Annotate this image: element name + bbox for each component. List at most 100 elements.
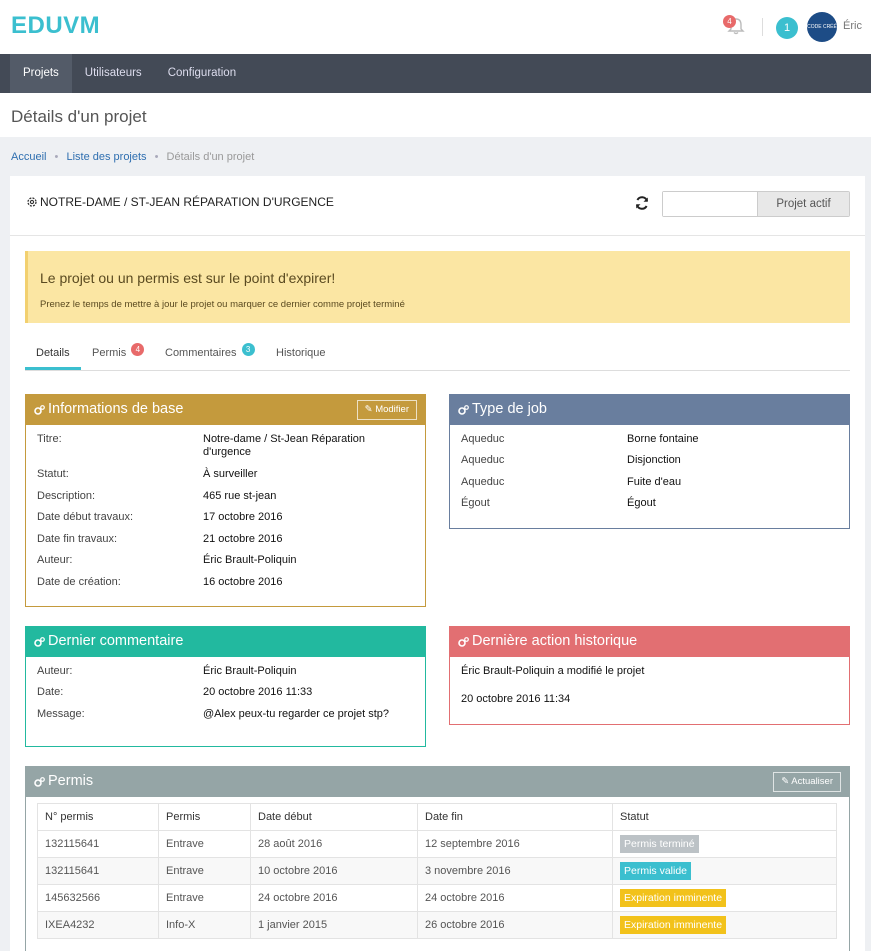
- notification-badge: 4: [723, 15, 736, 28]
- cell-start: 24 octobre 2016: [250, 884, 418, 912]
- content-card: NOTRE-DAME / ST-JEAN RÉPARATION D'URGENC…: [10, 176, 865, 951]
- breadcrumb-accueil[interactable]: Accueil: [11, 151, 46, 163]
- field-value: 20 octobre 2016 11:33: [203, 686, 313, 698]
- actualiser-button[interactable]: ✎ Actualiser: [773, 772, 841, 792]
- tab-label: Permis: [92, 347, 127, 359]
- panel-dernier-commentaire: Dernier commentaire Auteur: Éric Brault-…: [25, 626, 426, 747]
- panel-title: Permis: [48, 773, 94, 789]
- top-bar: EDUVM 4 1 CODE CRÉÉ Éric: [0, 0, 871, 54]
- username[interactable]: Éric: [843, 20, 862, 32]
- panel-header: Dernière action historique: [450, 627, 849, 657]
- cogs-icon: [34, 777, 45, 787]
- field-value: 21 octobre 2016: [203, 533, 283, 545]
- permis-table: N° permis Permis Date début Date fin Sta…: [37, 803, 837, 939]
- cogs-icon: [34, 405, 45, 415]
- field-value: 465 rue st-jean: [203, 490, 277, 502]
- cell-start: 1 janvier 2015: [250, 911, 418, 939]
- column-header[interactable]: Date fin: [417, 803, 613, 831]
- breadcrumb-current: Détails d'un projet: [166, 151, 255, 163]
- field-label: Date fin travaux:: [37, 533, 118, 545]
- alert-title: Le projet ou un permis est sur le point …: [40, 270, 336, 286]
- cell-status: Expiration imminente: [612, 884, 837, 912]
- column-header[interactable]: N° permis: [37, 803, 159, 831]
- job-type: Fuite d'eau: [627, 476, 682, 488]
- field-label: Auteur:: [37, 554, 73, 566]
- project-status-toggle[interactable]: Projet actif: [662, 191, 850, 217]
- table-header-row: N° permis Permis Date début Date fin Sta…: [37, 803, 837, 831]
- tab-commentaires[interactable]: Commentaires 3: [154, 340, 266, 370]
- panel-derniere-action: Dernière action historique Éric Brault-P…: [449, 626, 850, 725]
- page-title: Détails d'un projet: [11, 107, 147, 126]
- refresh-icon[interactable]: [634, 195, 650, 211]
- tab-details[interactable]: Details: [25, 340, 81, 370]
- tab-label: Historique: [276, 347, 326, 359]
- cogs-icon: [34, 637, 45, 647]
- status-toggle-on[interactable]: Projet actif: [757, 192, 849, 216]
- table-row[interactable]: IXEA4232 Info-X 1 janvier 2015 26 octobr…: [37, 911, 837, 939]
- table-row[interactable]: 132115641 Entrave 28 août 2016 12 septem…: [37, 830, 837, 858]
- cell-num: IXEA4232: [37, 911, 159, 939]
- field-label: Auteur:: [37, 665, 73, 677]
- field-value: Notre-dame / St-Jean Réparation d'urgenc…: [203, 433, 366, 458]
- status-badge: Expiration imminente: [620, 916, 727, 934]
- cell-end: 24 octobre 2016: [417, 884, 613, 912]
- avatar[interactable]: CODE CRÉÉ: [807, 12, 837, 42]
- column-header[interactable]: Permis: [158, 803, 251, 831]
- modifier-button[interactable]: ✎ Modifier: [356, 400, 417, 420]
- divider: [762, 18, 763, 36]
- tab-bar: Details Permis 4 Commentaires 3 Historiq…: [25, 340, 850, 371]
- table-row[interactable]: 145632566 Entrave 24 octobre 2016 24 oct…: [37, 884, 837, 912]
- user-count-badge[interactable]: 1: [776, 17, 798, 39]
- panel-header: Informations de base ✎ Modifier: [26, 395, 425, 425]
- field-label: Date début travaux:: [37, 511, 134, 523]
- job-type: Disjonction: [627, 454, 681, 466]
- tab-permis[interactable]: Permis 4: [81, 340, 155, 370]
- field-label: Description:: [37, 490, 96, 502]
- project-title: NOTRE-DAME / ST-JEAN RÉPARATION D'URGENC…: [40, 195, 334, 209]
- cell-num: 132115641: [37, 830, 159, 858]
- avatar-logo-text: CODE CRÉÉ: [807, 24, 837, 30]
- table-row[interactable]: 132115641 Entrave 10 octobre 2016 3 nove…: [37, 857, 837, 885]
- tab-badge: 3: [241, 343, 255, 356]
- breadcrumb-separator: •: [54, 151, 59, 163]
- breadcrumb-liste-projets[interactable]: Liste des projets: [66, 151, 146, 163]
- panel-header: Type de job: [450, 395, 849, 425]
- column-header[interactable]: Date début: [250, 803, 418, 831]
- cell-type: Info-X: [158, 911, 251, 939]
- breadcrumb-separator: •: [154, 151, 159, 163]
- field-value: Éric Brault-Poliquin: [203, 554, 297, 566]
- field-label: Message:: [37, 708, 85, 720]
- cell-end: 12 septembre 2016: [417, 830, 613, 858]
- button-label: Modifier: [375, 404, 409, 415]
- gear-icon: [27, 197, 37, 207]
- cell-end: 26 octobre 2016: [417, 911, 613, 939]
- tab-label: Commentaires: [165, 347, 237, 359]
- panel-title: Dernière action historique: [472, 633, 638, 649]
- status-badge: Expiration imminente: [620, 889, 727, 907]
- nav-item-utilisateurs[interactable]: Utilisateurs: [72, 54, 155, 93]
- cell-status: Permis terminé: [612, 830, 837, 858]
- tab-label: Details: [36, 347, 70, 359]
- status-toggle-off[interactable]: [663, 192, 757, 216]
- pencil-icon: ✎: [364, 404, 373, 415]
- brand-logo[interactable]: EDUVM: [11, 12, 100, 40]
- field-label: Date de création:: [37, 576, 121, 588]
- nav-item-configuration[interactable]: Configuration: [155, 54, 249, 93]
- page-header: Détails d'un projet: [0, 93, 871, 137]
- panel-title: Type de job: [472, 401, 547, 417]
- alert-text: Prenez le temps de mettre à jour le proj…: [40, 299, 405, 310]
- cell-type: Entrave: [158, 830, 251, 858]
- status-badge: Permis valide: [620, 862, 692, 880]
- cogs-icon: [458, 637, 469, 647]
- field-value: 17 octobre 2016: [203, 511, 283, 523]
- cogs-icon: [458, 405, 469, 415]
- tab-historique[interactable]: Historique: [265, 340, 337, 370]
- nav-item-projets[interactable]: Projets: [10, 54, 72, 93]
- cell-start: 28 août 2016: [250, 830, 418, 858]
- button-label: Actualiser: [791, 776, 833, 787]
- status-badge: Permis terminé: [620, 835, 699, 853]
- job-category: Aqueduc: [461, 454, 505, 466]
- column-header[interactable]: Statut: [612, 803, 837, 831]
- panel-title: Informations de base: [48, 401, 184, 417]
- field-value: À surveiller: [203, 468, 258, 480]
